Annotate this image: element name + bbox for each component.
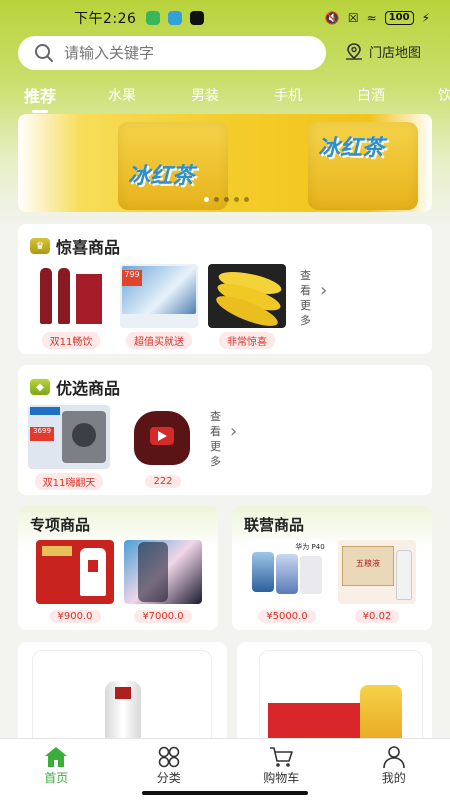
product-item[interactable]: 华为 P40 ¥5000.0 [248,540,326,623]
surprise-products-card: ♛ 惊喜商品 双11畅饮 799 超值买就送 非常惊喜 查看更多 › [18,224,432,354]
tab-baijiu[interactable]: 白酒 [357,85,385,105]
nav-home[interactable]: 首页 [0,739,113,800]
diamond-icon: ◆ [30,379,50,395]
mute-icon: 🔇 [324,11,340,25]
price-badge: 3699 [30,427,54,441]
banner-logo: 冰红茶 [318,136,385,161]
product-image [36,540,114,604]
product-tag: 双11嗨翻天 [34,473,104,490]
product-badge: 华为 P40 [295,543,325,551]
user-icon [381,745,407,769]
see-more-link[interactable]: 查看更多 [300,268,314,328]
section-title: 优选商品 [56,379,121,398]
section-title: 专项商品 [30,516,91,534]
product-item[interactable]: ¥7000.0 [124,540,202,623]
banner-dot[interactable] [204,197,209,202]
promo-banner[interactable]: 冰红茶 冰红茶 [18,114,432,212]
product-item[interactable]: 非常惊喜 [208,264,286,349]
map-pin-icon [346,42,362,60]
store-map-label: 门店地图 [369,46,422,61]
play-icon [158,431,167,441]
product-price: ¥7000.0 [134,610,192,623]
section-header: ♛ 惊喜商品 [30,234,120,258]
status-bar: 下午2:26 🔇 ☒ ≈ 100 ⚡ [0,0,450,36]
home-indicator [142,791,308,795]
product-tag: 双11畅饮 [41,332,101,349]
product-item[interactable]: ¥900.0 [36,540,114,623]
banner-pagination [204,197,249,202]
product-item[interactable]: 799 超值买就送 [120,264,198,349]
cart-icon [268,745,294,769]
product-badge: 五粮液 [356,559,380,568]
store-map-button[interactable]: 门店地图 [344,42,421,61]
banner-dot[interactable] [234,197,239,202]
tab-drinks[interactable]: 饮 [438,85,450,105]
product-price: ¥5000.0 [258,610,316,623]
product-item[interactable]: 3699 双11嗨翻天 [28,405,110,490]
product-item[interactable]: 五粮液 ¥0.02 [338,540,416,623]
crown-icon: ♛ [30,238,50,254]
category-icon [156,745,182,769]
tab-fruit[interactable]: 水果 [108,85,136,105]
section-title: 联营商品 [244,516,305,534]
sim-icon: ☒ [347,11,359,25]
banner-dot[interactable] [224,197,229,202]
product-image [259,650,423,751]
home-icon [43,745,69,769]
status-time: 下午2:26 [74,11,137,27]
product-item[interactable]: 双11畅饮 [32,264,110,349]
product-price: ¥0.02 [354,610,400,623]
section-title: 惊喜商品 [56,238,121,257]
product-image [124,405,202,469]
product-card[interactable] [237,642,432,752]
status-indicators: 🔇 ☒ ≈ 100 ⚡ [325,11,430,25]
banner-logo: 冰红茶 [128,164,195,189]
wechat-icon [146,11,161,25]
tab-recommend[interactable]: 推荐 [24,83,56,113]
chevron-right-icon[interactable]: › [230,421,237,442]
nav-label: 分类 [156,771,181,785]
product-price: ¥900.0 [49,610,101,623]
joint-products-card: 联营商品 华为 P40 ¥5000.0 五粮液 ¥0.02 [232,506,432,630]
selected-products-card: ◆ 优选商品 3699 双11嗨翻天 222 查看更多 › [18,365,432,495]
product-tag: 超值买就送 [126,332,192,349]
charging-icon: ⚡ [421,11,430,25]
search-icon [35,44,53,62]
product-image: 五粮液 [338,540,416,604]
special-products-card: 专项商品 ¥900.0 ¥7000.0 [18,506,218,630]
tab-menswear[interactable]: 男装 [191,85,219,105]
tiktok-icon [190,11,205,25]
nav-label: 我的 [381,771,406,785]
product-image: 3699 [28,405,110,469]
product-image [124,540,202,604]
product-tag: 非常惊喜 [219,332,275,349]
product-image [32,650,212,751]
category-tabs: 推荐 水果 男装 手机 白酒 饮 [0,78,450,113]
product-tag: 222 [145,475,181,488]
chevron-right-icon[interactable]: › [320,280,327,301]
nav-profile[interactable]: 我的 [338,739,450,800]
product-image [208,264,286,328]
product-item[interactable]: 222 [124,405,202,488]
status-app-icons [146,11,205,25]
see-more-link[interactable]: 查看更多 [210,409,224,469]
tab-phone[interactable]: 手机 [274,85,302,105]
section-header: ◆ 优选商品 [30,375,120,399]
banner-dot[interactable] [244,197,249,202]
product-image [32,264,110,328]
search-bar[interactable] [18,36,326,70]
nav-label: 购物车 [263,771,300,785]
wifi-icon: ≈ [366,11,377,25]
product-image: 799 [120,264,198,328]
battery-level: 100 [384,11,414,25]
product-image: 华为 P40 [248,540,326,604]
search-input[interactable] [64,44,284,62]
product-card[interactable] [18,642,227,752]
nav-label: 首页 [44,771,69,785]
banner-dot[interactable] [214,197,219,202]
telegram-icon [168,11,183,25]
